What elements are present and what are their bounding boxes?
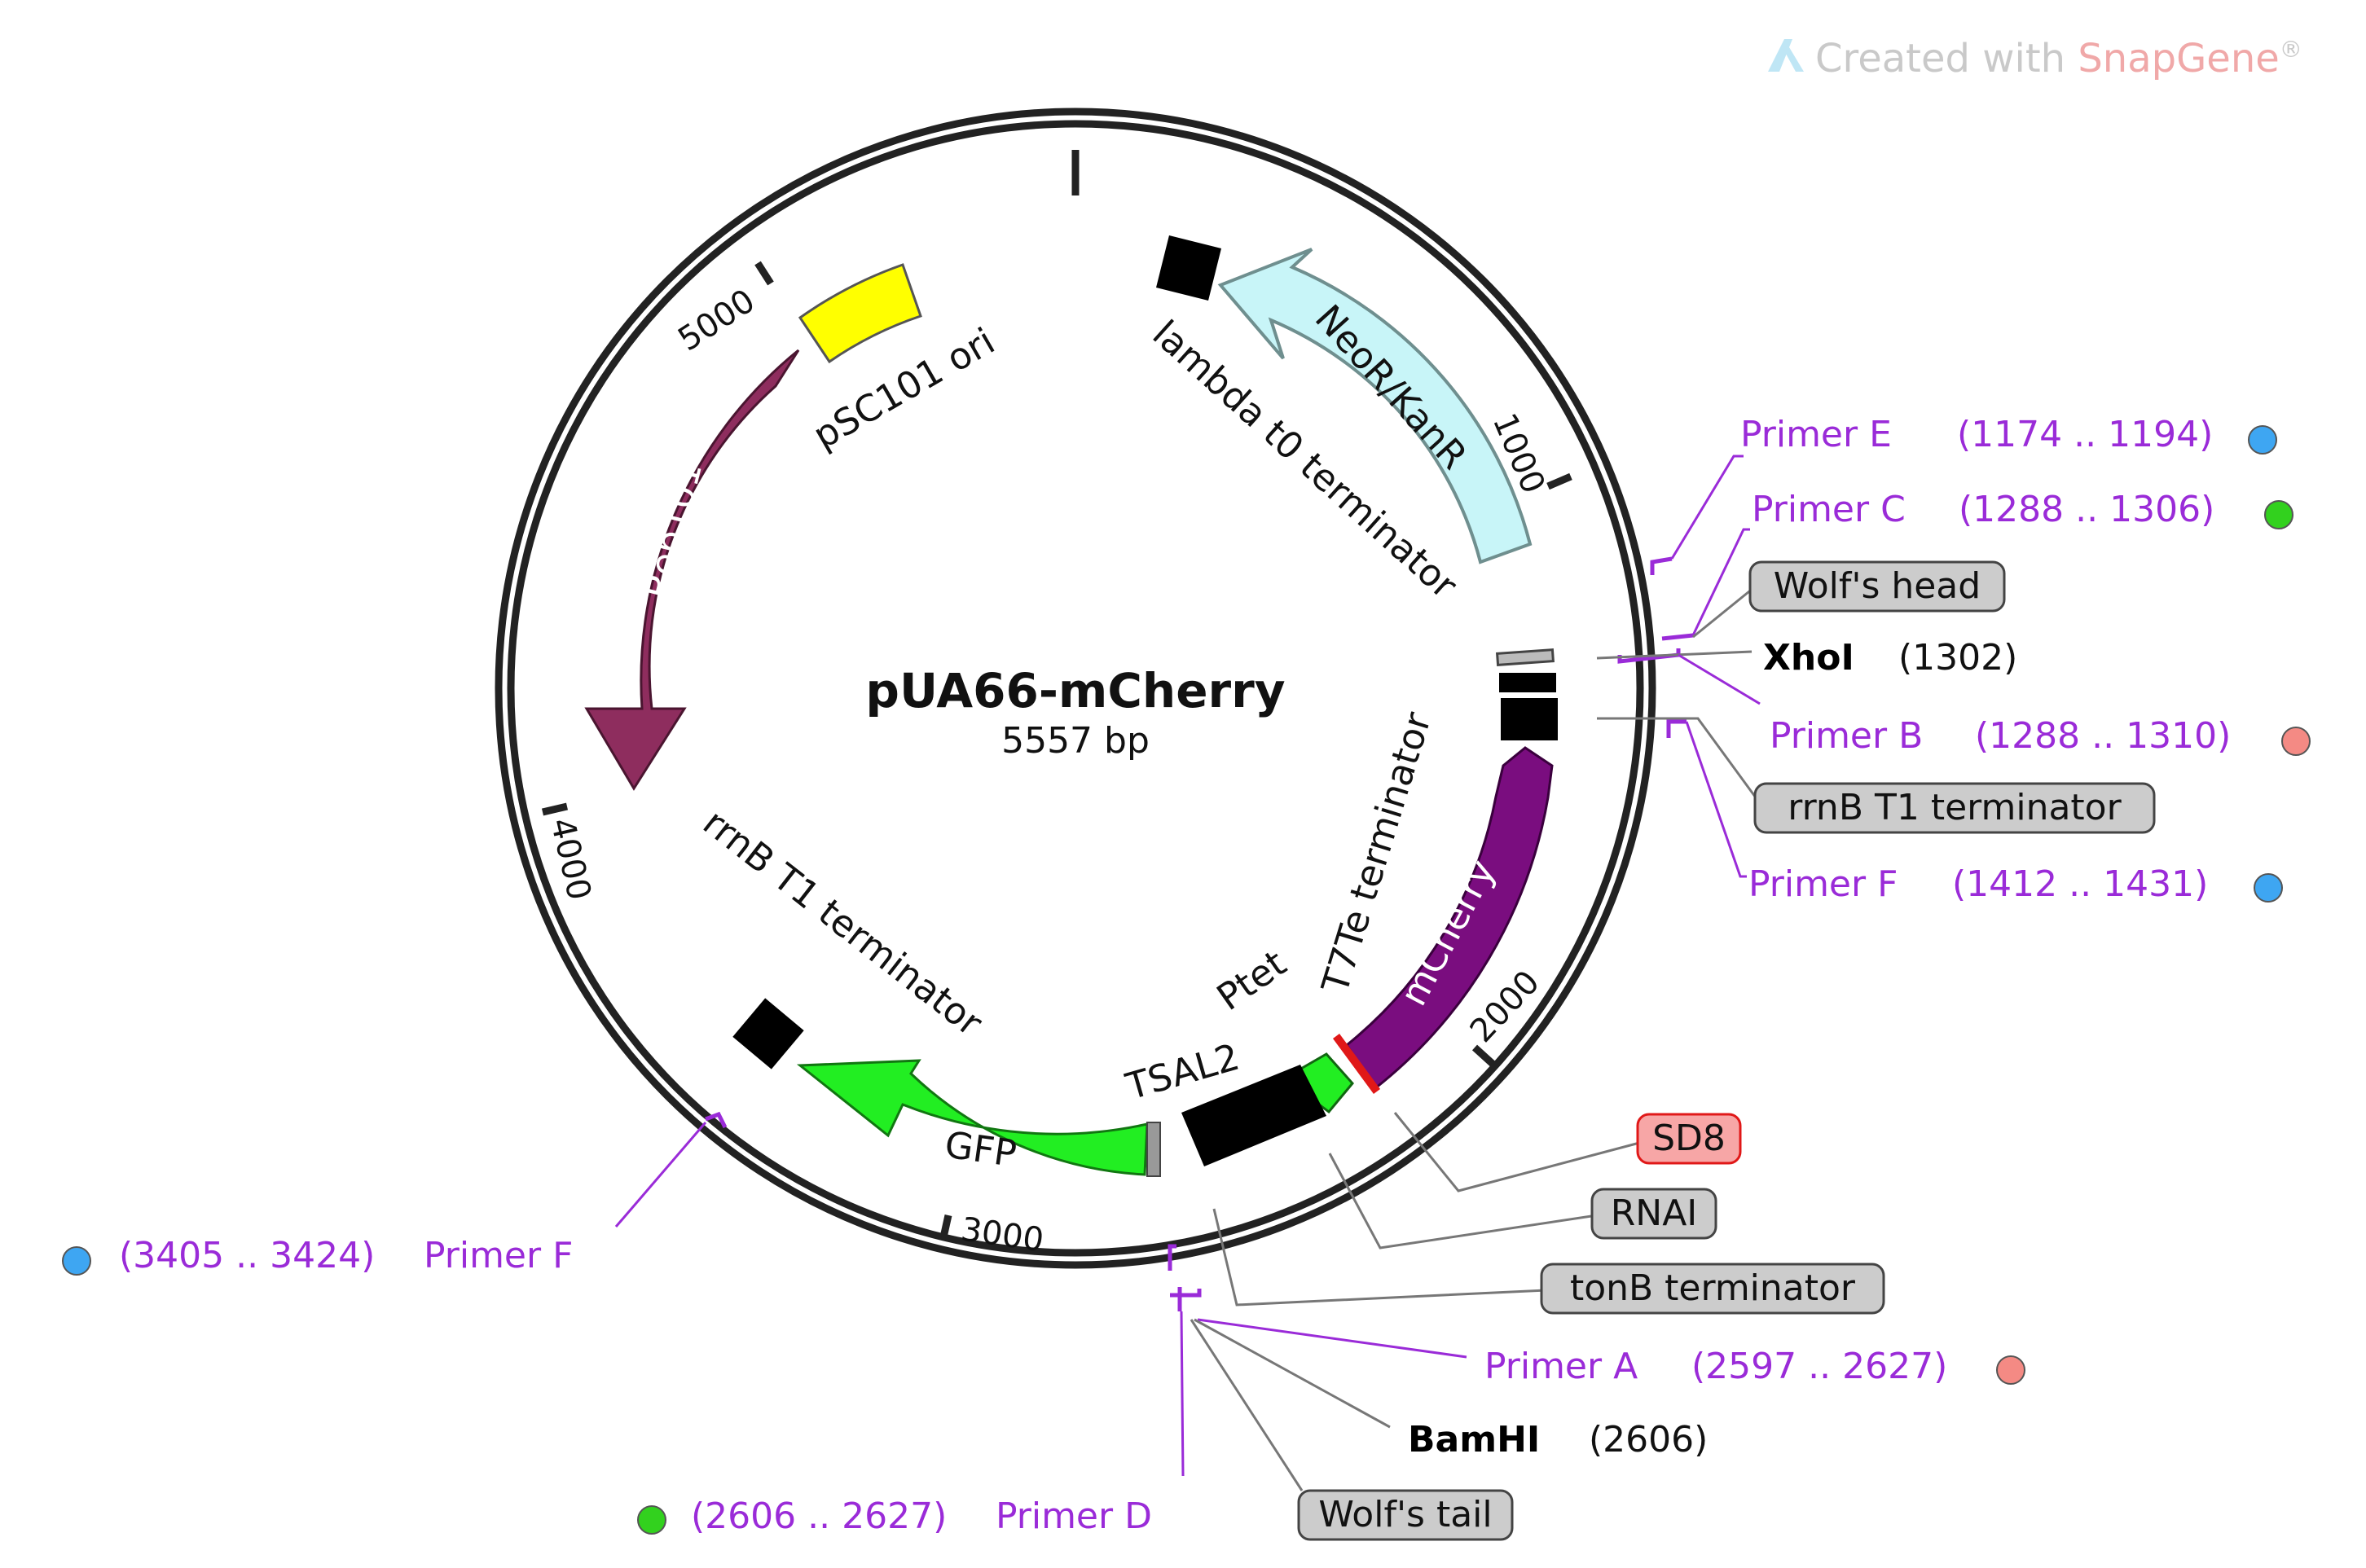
snapgene-logo-icon: [1768, 39, 1804, 72]
primer-a-mark: [1170, 1289, 1202, 1298]
primer-f-right-range: (1412 .. 1431): [1952, 863, 2208, 905]
primer-d-name: Primer D: [996, 1496, 1152, 1537]
bamhi-name: BamHI: [1408, 1419, 1540, 1460]
primer-e-name: Primer E: [1740, 414, 1892, 455]
primer-f-right-name: Primer F: [1748, 863, 1898, 905]
sd8-annotation[interactable]: SD8: [1393, 1112, 1742, 1192]
primer-f-left-name: Primer F: [424, 1235, 573, 1276]
xhoi-pos: (1302): [1898, 637, 2017, 679]
rnai-annotation[interactable]: RNAI: [1328, 1153, 1717, 1250]
primer-c-mark: [1661, 633, 1694, 641]
tick-3000: [939, 1214, 952, 1238]
primer-b-range: (1288 .. 1310): [1975, 715, 2231, 757]
xhoi-name: XhoI: [1763, 637, 1854, 679]
primer-f-left-leader: [614, 1122, 707, 1228]
primer-c-name: Primer C: [1752, 489, 1906, 530]
wolfs-tail-label: Wolf's tail: [1318, 1494, 1492, 1535]
feature-rep101[interactable]: Rep101: [584, 349, 800, 791]
rnai-label: RNAI: [1611, 1192, 1698, 1234]
primer-e-dot: [2248, 425, 2277, 455]
primer-c-dot: [2264, 500, 2293, 529]
lambda-t0-block: [1155, 235, 1222, 301]
primer-c-range: (1288 .. 1306): [1959, 489, 2214, 530]
rrnb-inner-label: rrnB T1 terminator: [695, 801, 991, 1045]
snapgene-watermark: Created with SnapGene®: [1768, 36, 2302, 81]
primer-f-right-dot: [2254, 873, 2283, 903]
primer-d-leader: [1180, 1311, 1185, 1477]
ptet-label: Ptet: [1209, 942, 1294, 1019]
primer-b-dot: [2281, 727, 2311, 756]
wolfs-tail-leader: [1190, 1319, 1304, 1491]
gfp-label: GFP: [942, 1122, 1018, 1175]
primer-a-name: Primer A: [1484, 1346, 1638, 1387]
primer-e-range: (1174 .. 1194): [1957, 414, 2213, 455]
wolfs-head-annotation[interactable]: Wolf's head: [1692, 560, 2006, 639]
rrnb-box-leader: [1597, 717, 1761, 804]
bamhi-leader: [1194, 1318, 1391, 1429]
tonb-label: tonB terminator: [1570, 1267, 1856, 1309]
tick-5000: [754, 261, 774, 286]
primer-d-range: (2606 .. 2627): [691, 1496, 947, 1537]
rrnb-t1-block: [1501, 698, 1558, 740]
rep101-label: Rep101: [635, 458, 710, 604]
psc101-block: [798, 263, 922, 364]
watermark-text: Created with SnapGene®: [1815, 36, 2302, 81]
primer-e-mark: [1650, 556, 1673, 575]
plasmid-map: Created with SnapGene® 1000 2000 3000 40…: [62, 36, 2311, 1541]
primer-f-left-annotation[interactable]: Primer F (3405 .. 3424): [62, 1111, 728, 1276]
xhoi-block: [1499, 673, 1556, 692]
bamhi-pos: (2606): [1589, 1419, 1708, 1460]
wolfs-head-block: [1495, 648, 1555, 666]
gfp-rbs-block: [1146, 1122, 1161, 1177]
primer-d-annotation[interactable]: Primer D (2606 .. 2627): [637, 1244, 1185, 1537]
tick-4000: [541, 802, 569, 816]
primer-f-left-dot: [62, 1246, 91, 1276]
wolfs-head-label: Wolf's head: [1774, 565, 1981, 607]
tick-label-5000: 5000: [671, 282, 761, 358]
primer-e-leader: [1670, 455, 1744, 560]
primer-d-dot: [637, 1505, 666, 1535]
primer-a-range: (2597 .. 2627): [1691, 1346, 1947, 1387]
rep101-arrow: [584, 349, 800, 791]
feature-gfp[interactable]: GFP: [796, 1059, 1161, 1177]
primer-b-name: Primer B: [1770, 715, 1923, 757]
primer-b-leader: [1678, 653, 1761, 705]
bamhi-annotation[interactable]: BamHI (2606): [1194, 1318, 1708, 1460]
primer-c-leader: [1691, 528, 1750, 636]
primer-f-right-mark: [1666, 719, 1687, 738]
plasmid-name: pUA66-mCherry: [865, 663, 1285, 718]
wolfs-head-leader: [1692, 586, 1754, 639]
primer-a-leader: [1197, 1318, 1467, 1359]
rrnb-box-label: rrnB T1 terminator: [1788, 787, 2122, 828]
plasmid-size: 5557 bp: [1001, 720, 1150, 762]
sd8-label: SD8: [1652, 1118, 1726, 1159]
xhoi-annotation[interactable]: XhoI (1302): [1596, 637, 2017, 679]
primer-f-left-range: (3405 .. 3424): [119, 1235, 375, 1276]
feature-psc101-ori[interactable]: pSC101 ori: [798, 263, 1002, 458]
primer-a-dot: [1996, 1355, 2025, 1385]
tonb-annotation[interactable]: tonB terminator: [1212, 1208, 1885, 1315]
rrnb-left-block: [732, 998, 804, 1069]
